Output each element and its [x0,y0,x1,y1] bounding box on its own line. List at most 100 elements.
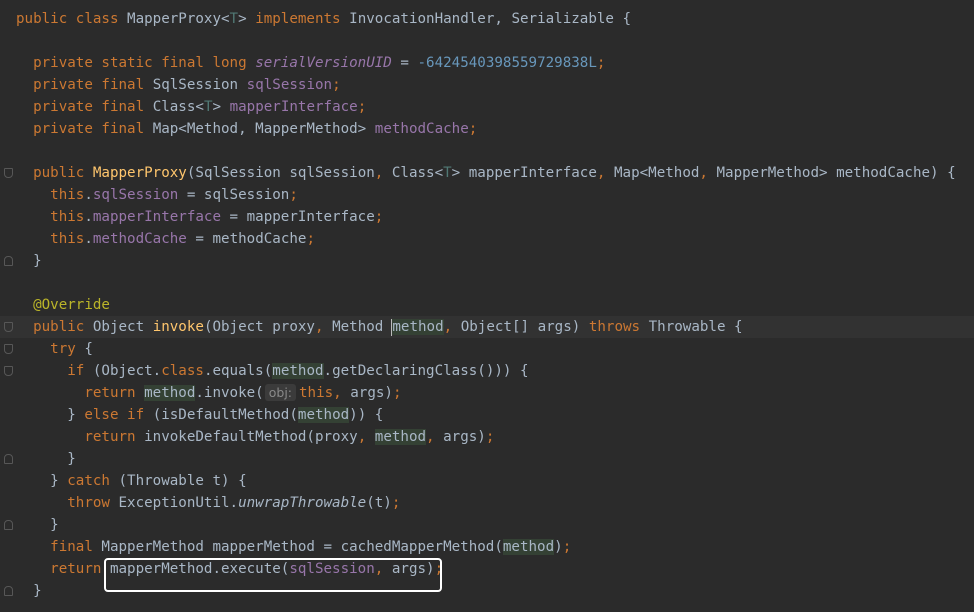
code-line[interactable]: private static final long serialVersionU… [0,52,974,74]
code-token: Throwable { [648,319,743,335]
code-text: } catch (Throwable t) { [16,470,246,492]
code-line[interactable]: this.sqlSession = sqlSession; [0,184,974,206]
code-line[interactable]: private final Map<Method, MapperMethod> … [0,118,974,140]
code-token: } [16,451,76,467]
code-line[interactable]: this.mapperInterface = mapperInterface; [0,206,974,228]
fold-marker-icon[interactable] [4,168,13,178]
code-text: throw ExceptionUtil.unwrapThrowable(t); [16,492,400,514]
code-line[interactable] [0,30,974,52]
code-line[interactable]: try { [0,338,974,360]
code-token: = [391,55,418,71]
code-token: MapperProxy [92,165,187,181]
fold-marker-icon[interactable] [4,520,13,530]
code-text: private final Class<T> mapperInterface; [16,96,366,118]
code-token: , [699,165,717,181]
code-line[interactable]: } [0,448,974,470]
code-token: , [443,319,461,335]
fold-marker-icon[interactable] [4,454,13,464]
code-text: public class MapperProxy<T> implements I… [16,8,631,30]
code-token: private final [33,121,153,137]
code-text: final MapperMethod mapperMethod = cached… [16,536,571,558]
code-token: final [50,539,102,555]
code-token: method [392,319,444,335]
code-text: } [16,448,76,470]
code-token: .getDeclaringClass())) { [323,363,529,379]
code-line[interactable]: } [0,514,974,536]
code-token: > [238,11,256,27]
code-line[interactable]: if (Object.class.equals(method.getDeclar… [0,360,974,382]
code-line[interactable]: this.methodCache = methodCache; [0,228,974,250]
code-token: . [84,187,93,203]
code-token: , [596,165,614,181]
code-token: } [16,517,59,533]
code-token: { [84,341,93,357]
code-token: ) [554,539,563,555]
code-text: private final SqlSession sqlSession; [16,74,341,96]
code-line[interactable]: public Object invoke(Object proxy, Metho… [0,316,974,338]
fold-marker-icon[interactable] [4,344,13,354]
code-token: return [84,385,145,401]
code-line[interactable] [0,140,974,162]
code-text: public Object invoke(Object proxy, Metho… [16,316,743,338]
code-token: serialVersionUID [255,55,392,71]
code-token: ; [468,121,478,137]
code-text: this.mapperInterface = mapperInterface; [16,206,383,228]
code-token: (t) [366,495,392,511]
code-text: @Override [16,294,110,316]
code-token: method [144,385,196,401]
code-token: this, [299,385,351,401]
code-token: ; [392,385,402,401]
code-line[interactable]: } else if (isDefaultMethod(method)) { [0,404,974,426]
code-text: } [16,514,59,536]
code-token: MapperMethod mapperMethod = cachedMapper… [101,539,503,555]
fold-marker-icon[interactable] [4,256,13,266]
code-token: method [297,407,350,423]
code-line[interactable] [0,272,974,294]
fold-marker-icon[interactable] [4,322,13,332]
code-token: methodCache [92,231,187,247]
code-line[interactable]: return method.invoke(obj: this, args); [0,382,974,404]
code-token: } [16,473,68,489]
code-token: . [84,231,93,247]
code-line[interactable]: @Override [0,294,974,316]
code-text: this.sqlSession = sqlSession; [16,184,298,206]
code-line[interactable]: public class MapperProxy<T> implements I… [0,8,974,30]
code-token: ; [289,187,298,203]
fold-marker-icon[interactable] [4,586,13,596]
code-token: invokeDefaultMethod(proxy [144,429,358,445]
code-text: try { [16,338,93,360]
code-token: this [50,209,85,225]
code-token: (SqlSession sqlSession [186,165,375,181]
code-text: public MapperProxy(SqlSession sqlSession… [16,162,956,184]
code-token: Method [332,319,392,335]
code-text: } [16,250,42,272]
code-line[interactable]: return invokeDefaultMethod(proxy, method… [0,426,974,448]
code-token: -6424540398559729838L [417,55,597,71]
code-line[interactable]: final MapperMethod mapperMethod = cached… [0,536,974,558]
code-line[interactable]: private final SqlSession sqlSession; [0,74,974,96]
code-line[interactable]: throw ExceptionUtil.unwrapThrowable(t); [0,492,974,514]
code-line[interactable]: } [0,250,974,272]
code-token: InvocationHandler, Serializable { [349,11,632,27]
fold-marker-icon[interactable] [4,366,13,376]
code-token: throw [67,495,119,511]
code-line[interactable]: } catch (Throwable t) { [0,470,974,492]
code-token: implements [255,11,350,27]
code-text: return method.invoke(obj: this, args); [16,382,402,404]
code-token: ; [306,231,315,247]
code-line[interactable]: private final Class<T> mapperInterface; [0,96,974,118]
code-editor[interactable]: public class MapperProxy<T> implements I… [0,0,974,612]
parameter-hint: obj: [264,384,297,401]
code-token: MapperProxy< [127,11,230,27]
code-token: (Object proxy [203,319,315,335]
code-line[interactable]: public MapperProxy(SqlSession sqlSession… [0,162,974,184]
